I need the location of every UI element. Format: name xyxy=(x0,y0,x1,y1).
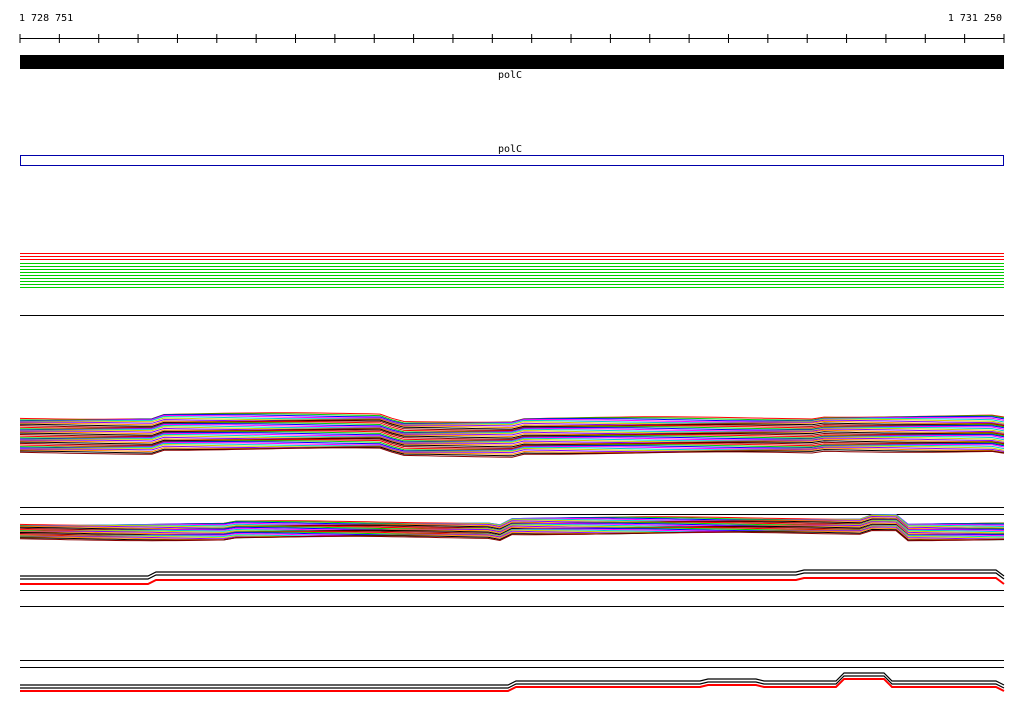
coverage-track-pair-1 xyxy=(20,569,1005,585)
gene-feature-polC[interactable] xyxy=(20,55,1004,69)
coverage-line xyxy=(20,577,1005,585)
genome-browser-tracks xyxy=(19,34,1005,692)
position-ruler xyxy=(19,34,1005,43)
coverage-track-flat xyxy=(20,253,1004,288)
gene-outline-label-polC: polC xyxy=(498,144,523,155)
coverage-track-pair-2 xyxy=(20,672,1005,692)
coverage-track-multi-1 xyxy=(19,412,1005,458)
coverage-track-multi-2 xyxy=(19,513,1005,542)
gene-outline-polC[interactable] xyxy=(20,155,1004,166)
coverage-line xyxy=(20,675,1005,689)
gene-label-polC: polC xyxy=(498,70,523,81)
